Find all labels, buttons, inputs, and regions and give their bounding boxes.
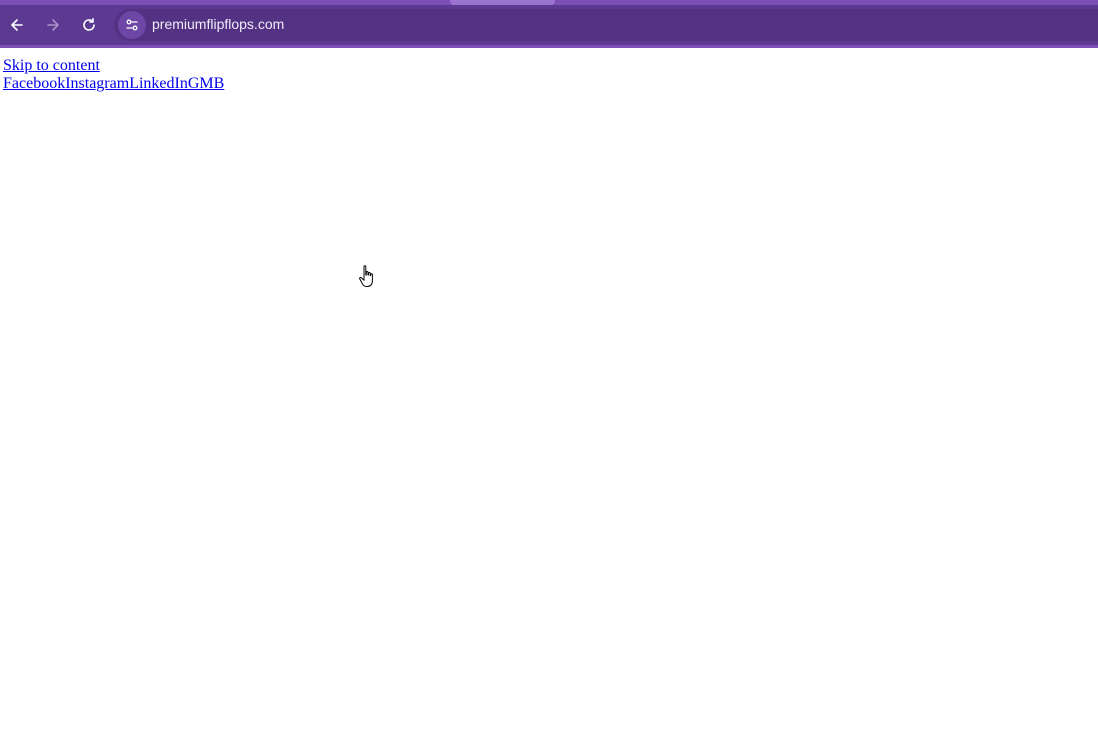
browser-toolbar: premiumflipflops.com [0, 5, 1098, 45]
reload-button[interactable] [77, 13, 101, 37]
facebook-link[interactable]: Facebook [3, 75, 65, 92]
reload-icon [83, 18, 95, 31]
page-content: Skip to content FacebookInstagramLinkedI… [3, 57, 1093, 93]
address-bar[interactable]: premiumflipflops.com [114, 9, 1098, 41]
toolbar-divider [0, 45, 1098, 48]
social-links: FacebookInstagramLinkedInGMB [3, 75, 1093, 93]
back-button[interactable] [5, 13, 29, 37]
forward-button[interactable] [41, 13, 65, 37]
hand-pointer-icon [359, 265, 373, 287]
skip-to-content-link[interactable]: Skip to content [3, 57, 100, 74]
arrow-left-icon [11, 19, 23, 31]
gmb-link[interactable]: GMB [188, 75, 224, 92]
tune-icon [126, 19, 138, 31]
arrow-right-icon [47, 19, 59, 31]
site-info-button[interactable] [118, 11, 146, 39]
instagram-link[interactable]: Instagram [65, 75, 129, 92]
linkedin-link[interactable]: LinkedIn [129, 75, 188, 92]
url-text[interactable]: premiumflipflops.com [152, 16, 284, 32]
browser-chrome: premiumflipflops.com [0, 0, 1098, 48]
